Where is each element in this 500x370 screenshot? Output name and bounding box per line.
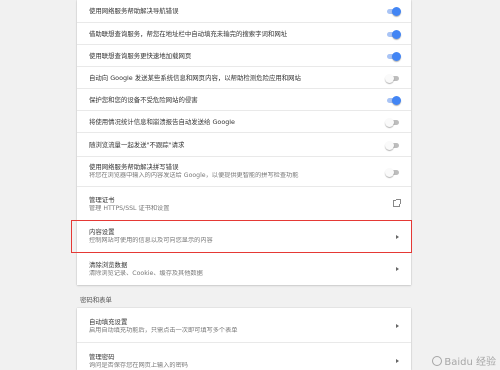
chevron-right-icon <box>396 359 399 363</box>
setting-label: 自动填充设置 <box>89 318 128 326</box>
setting-description: 管理 HTTPS/SSL 证书和设置 <box>89 205 170 212</box>
setting-label: 使用联想查询服务更快速地加载网页 <box>89 52 192 60</box>
toggle-switch[interactable] <box>385 168 401 177</box>
setting-description: 启用自动填充功能后，只需点击一次即可填写多个表单 <box>89 327 238 334</box>
setting-row-autofill[interactable]: 自动填充设置 启用自动填充功能后，只需点击一次即可填写多个表单 <box>77 308 411 342</box>
setting-label: 保护您和您的设备不受危险网站的侵害 <box>89 96 198 104</box>
toggle-switch[interactable] <box>385 96 401 105</box>
setting-row-preload-pages[interactable]: 使用联想查询服务更快速地加载网页 <box>77 44 411 66</box>
toggle-switch[interactable] <box>385 30 401 39</box>
setting-row-clear-browsing-data[interactable]: 清除浏览数据 清除浏览记录、Cookie、缓存及其他数据 <box>77 252 411 285</box>
setting-label: 管理密码 <box>89 353 115 361</box>
setting-label: 清除浏览数据 <box>89 261 128 269</box>
setting-label: 管理证书 <box>89 196 115 204</box>
setting-label: 将使用情况统计信息和崩溃报告自动发送给 Google <box>89 118 235 126</box>
toggle-switch[interactable] <box>385 118 401 127</box>
setting-row-safe-browsing[interactable]: 保护您和您的设备不受危险网站的侵害 <box>77 88 411 110</box>
toggle-switch[interactable] <box>385 52 401 61</box>
setting-row-usage-stats[interactable]: 将使用情况统计信息和崩溃报告自动发送给 Google <box>77 110 411 132</box>
setting-row-safe-browsing-reports[interactable]: 自动向 Google 发送某些系统信息和网页内容，以帮助检测危险应用和网站 <box>77 66 411 88</box>
chevron-right-icon <box>396 267 399 271</box>
setting-row-navigation-errors[interactable]: 使用网络服务帮助解决导航错误 <box>77 0 411 22</box>
paw-icon <box>432 356 443 366</box>
setting-row-do-not-track[interactable]: 随浏览流量一起发送"不跟踪"请求 <box>77 132 411 156</box>
passwords-settings-card: 自动填充设置 启用自动填充功能后，只需点击一次即可填写多个表单 管理密码 询问是… <box>77 308 411 370</box>
setting-label: 自动向 Google 发送某些系统信息和网页内容，以帮助检测危险应用和网站 <box>89 74 301 82</box>
chevron-right-icon <box>396 324 399 328</box>
setting-label: 使用网络服务帮助解决导航错误 <box>89 7 179 15</box>
setting-label: 使用网络服务帮助解决拼写错误 <box>89 163 179 171</box>
setting-description: 询问是否保存您在网页上输入的密码 <box>89 362 188 369</box>
setting-row-manage-passwords[interactable]: 管理密码 询问是否保存您在网页上输入的密码 <box>77 342 411 370</box>
toggle-switch[interactable] <box>385 141 401 150</box>
setting-row-search-suggestions[interactable]: 借助联想查询服务，帮您在地址栏中自动填充未输完的搜索字词和网址 <box>77 22 411 44</box>
toggle-switch[interactable] <box>385 74 401 83</box>
watermark-text: Baidu 经验 <box>444 357 496 368</box>
setting-row-manage-certificates[interactable]: 管理证书 管理 HTTPS/SSL 证书和设置 <box>77 186 411 220</box>
setting-description: 清除浏览记录、Cookie、缓存及其他数据 <box>89 270 203 277</box>
setting-description: 将您在浏览器中输入的内容发送给 Google，以便提供更智能的拼写检查功能 <box>89 172 299 179</box>
highlight-box <box>71 220 412 253</box>
section-heading-passwords: 密码和表单 <box>80 296 112 304</box>
setting-row-spell-check[interactable]: 使用网络服务帮助解决拼写错误 将您在浏览器中输入的内容发送给 Google，以便… <box>77 156 411 186</box>
setting-label: 借助联想查询服务，帮您在地址栏中自动填充未输完的搜索字词和网址 <box>89 30 288 38</box>
toggle-switch[interactable] <box>385 7 401 16</box>
setting-label: 随浏览流量一起发送"不跟踪"请求 <box>89 141 185 149</box>
watermark: Baidu 经验 <box>432 353 496 368</box>
open-in-new-icon[interactable] <box>393 199 401 207</box>
